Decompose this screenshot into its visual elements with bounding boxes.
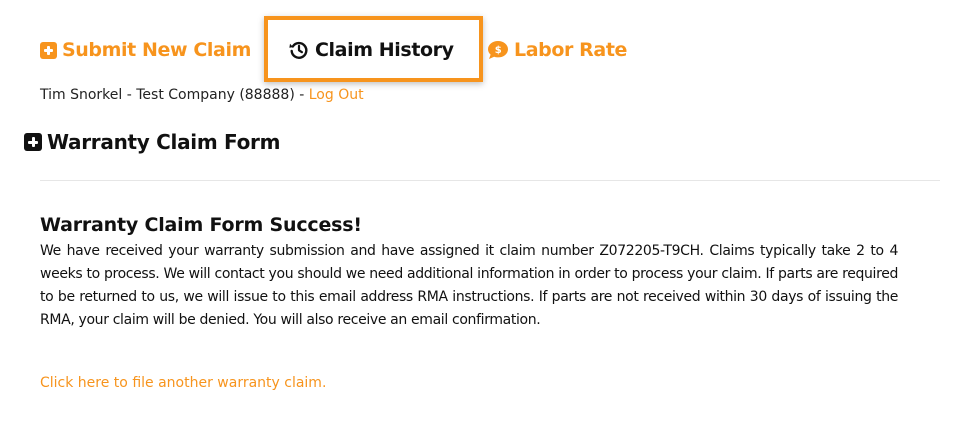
nav-history-label: Claim History: [315, 39, 454, 61]
file-another-claim-link[interactable]: Click here to file another warranty clai…: [40, 375, 326, 391]
svg-text:$: $: [495, 45, 502, 56]
dollar-chat-icon: $: [487, 40, 509, 60]
success-title: Warranty Claim Form Success!: [40, 214, 362, 236]
history-clock-icon: [288, 39, 310, 61]
plus-square-icon: [40, 41, 57, 59]
user-info: Tim Snorkel - Test Company (88888) -: [40, 87, 309, 103]
nav-claim-history[interactable]: Claim History: [288, 36, 454, 64]
success-message: We have received your warranty submissio…: [40, 243, 898, 328]
nav-submit-new-claim[interactable]: Submit New Claim: [40, 36, 251, 64]
plus-square-icon: [24, 133, 42, 151]
page: Submit New Claim Claim History $ Labor R…: [0, 0, 960, 424]
divider: [40, 180, 940, 181]
nav-labor-rate[interactable]: $ Labor Rate: [487, 36, 627, 64]
nav-labor-label: Labor Rate: [514, 39, 627, 61]
warranty-form-toggle[interactable]: Warranty Claim Form: [24, 128, 280, 156]
user-info-line: Tim Snorkel - Test Company (88888) - Log…: [40, 87, 364, 103]
form-heading-label: Warranty Claim Form: [47, 130, 281, 154]
logout-link[interactable]: Log Out: [309, 87, 364, 103]
nav-submit-label: Submit New Claim: [62, 39, 251, 61]
